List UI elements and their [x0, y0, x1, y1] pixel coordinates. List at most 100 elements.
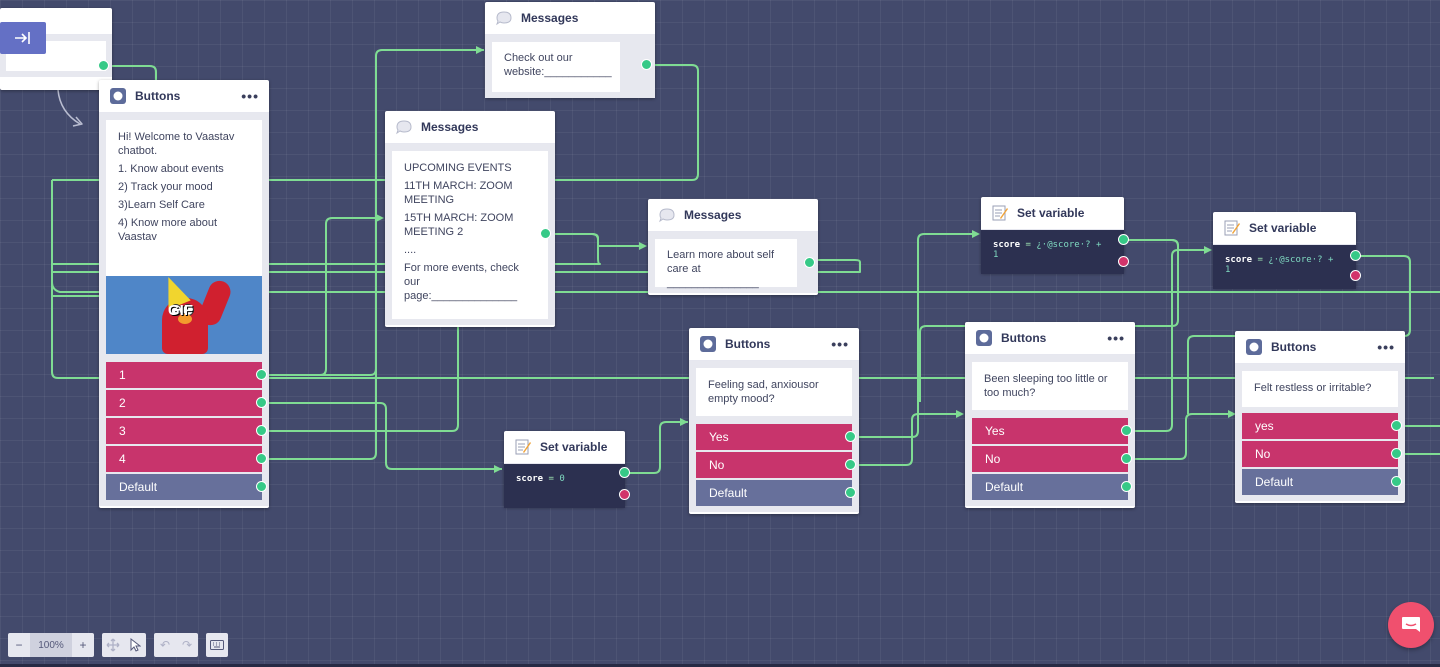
- start-node[interactable]: [0, 8, 112, 90]
- question-text: Been sleeping too little or too much?: [972, 362, 1128, 410]
- text-line: 15TH MARCH: ZOOM MEETING 2: [404, 212, 514, 238]
- output-port[interactable]: [256, 397, 267, 408]
- output-port[interactable]: [845, 431, 856, 442]
- more-options-icon[interactable]: •••: [241, 88, 259, 104]
- node-title: Buttons: [1271, 340, 1317, 354]
- output-port[interactable]: [641, 59, 652, 70]
- output-port[interactable]: [256, 481, 267, 492]
- chat-bubble-icon: [658, 206, 676, 224]
- keyboard-shortcuts-button[interactable]: [206, 633, 228, 657]
- option-button-4[interactable]: 4: [106, 446, 262, 472]
- set-variable-node-score-increment[interactable]: Set variable score = ¿·@score·? + 1: [981, 197, 1124, 274]
- set-variable-node-score-increment-2[interactable]: Set variable score = ¿·@score·? + 1: [1213, 212, 1356, 289]
- option-button-1[interactable]: 1: [106, 362, 262, 388]
- node-header[interactable]: Buttons •••: [99, 80, 269, 113]
- error-port[interactable]: [1118, 256, 1129, 267]
- node-header[interactable]: Buttons •••: [689, 328, 859, 361]
- output-port[interactable]: [1350, 250, 1361, 261]
- operator: =: [548, 474, 554, 484]
- chat-bubble-icon: [495, 9, 513, 27]
- move-arrows-icon: [106, 638, 120, 652]
- option-button-no[interactable]: No: [696, 452, 852, 478]
- zoom-out-button[interactable]: −: [8, 633, 30, 657]
- buttons-node-icon: [1245, 338, 1263, 356]
- output-port[interactable]: [540, 228, 551, 239]
- pointer-controls: [102, 633, 146, 657]
- node-header[interactable]: Buttons •••: [965, 322, 1135, 355]
- node-header[interactable]: Set variable: [504, 431, 625, 464]
- node-header[interactable]: Set variable: [981, 197, 1124, 230]
- messages-node-website[interactable]: Messages Check out our website:_________…: [485, 2, 655, 98]
- buttons-node-welcome[interactable]: Buttons ••• Hi! Welcome to Vaastav chatb…: [99, 80, 269, 508]
- message-text: UPCOMING EVENTS 11TH MARCH: ZOOM MEETING…: [392, 151, 548, 319]
- text-line: 1. Know about events: [118, 163, 224, 175]
- output-port[interactable]: [1118, 234, 1129, 245]
- output-port[interactable]: [1121, 453, 1132, 464]
- zoom-level: 100%: [30, 633, 72, 657]
- node-body: Felt restless or irritable? yes No Defau…: [1235, 364, 1405, 501]
- output-port[interactable]: [1391, 420, 1402, 431]
- question-text: Felt restless or irritable?: [1242, 371, 1398, 407]
- node-title: Messages: [421, 120, 479, 134]
- redo-button[interactable]: ↷: [176, 633, 198, 657]
- more-options-icon[interactable]: •••: [831, 336, 849, 352]
- start-output-port[interactable]: [98, 60, 109, 71]
- output-port[interactable]: [1391, 476, 1402, 487]
- output-port[interactable]: [256, 425, 267, 436]
- node-header[interactable]: Messages: [485, 2, 655, 35]
- buttons-node-restless[interactable]: Buttons ••• Felt restless or irritable? …: [1235, 331, 1405, 503]
- start-trigger-button[interactable]: [0, 22, 46, 54]
- option-button-default[interactable]: Default: [106, 474, 262, 500]
- node-header[interactable]: Buttons •••: [1235, 331, 1405, 364]
- output-port[interactable]: [845, 459, 856, 470]
- option-button-2[interactable]: 2: [106, 390, 262, 416]
- variable-name: score: [516, 474, 544, 484]
- error-port[interactable]: [1350, 270, 1361, 281]
- option-button-default[interactable]: Default: [1242, 469, 1398, 495]
- select-tool-button[interactable]: [124, 633, 146, 657]
- buttons-node-sleep[interactable]: Buttons ••• Been sleeping too little or …: [965, 322, 1135, 508]
- text-line: 2) Track your mood: [118, 181, 213, 193]
- variable-expression: score = ¿·@score·? + 1: [1213, 245, 1356, 289]
- chat-support-button[interactable]: [1388, 602, 1434, 648]
- pan-tool-button[interactable]: [102, 633, 124, 657]
- option-button-default[interactable]: Default: [696, 480, 852, 506]
- option-button-yes[interactable]: yes: [1242, 413, 1398, 439]
- output-port[interactable]: [256, 453, 267, 464]
- option-button-3[interactable]: 3: [106, 418, 262, 444]
- more-options-icon[interactable]: •••: [1377, 339, 1395, 355]
- node-header[interactable]: Messages: [648, 199, 818, 232]
- node-header[interactable]: Messages: [385, 111, 555, 144]
- output-port[interactable]: [619, 467, 630, 478]
- zoom-in-button[interactable]: +: [72, 633, 94, 657]
- more-options-icon[interactable]: •••: [1107, 330, 1125, 346]
- variable-value: 0: [559, 474, 565, 484]
- option-button-no[interactable]: No: [972, 446, 1128, 472]
- option-button-default[interactable]: Default: [972, 474, 1128, 500]
- keyboard-icon: [210, 640, 224, 650]
- zoom-controls: − 100% +: [8, 633, 94, 657]
- messages-node-events[interactable]: Messages UPCOMING EVENTS 11TH MARCH: ZOO…: [385, 111, 555, 327]
- node-title: Buttons: [135, 89, 181, 103]
- option-button-yes[interactable]: Yes: [696, 424, 852, 450]
- message-text: Hi! Welcome to Vaastav chatbot. 1. Know …: [106, 120, 262, 276]
- variable-expression: score = 0: [504, 464, 625, 508]
- option-button-no[interactable]: No: [1242, 441, 1398, 467]
- output-port[interactable]: [1121, 425, 1132, 436]
- output-port[interactable]: [845, 487, 856, 498]
- output-port[interactable]: [256, 369, 267, 380]
- output-port[interactable]: [1391, 448, 1402, 459]
- output-port[interactable]: [1121, 481, 1132, 492]
- gif-image: GIF: [106, 276, 262, 354]
- set-variable-node-score-reset[interactable]: Set variable score = 0: [504, 431, 625, 508]
- node-header[interactable]: Set variable: [1213, 212, 1356, 245]
- error-port[interactable]: [619, 489, 630, 500]
- messages-node-selfcare[interactable]: Messages Learn more about self care at _…: [648, 199, 818, 295]
- output-port[interactable]: [804, 257, 815, 268]
- undo-button[interactable]: ↶: [154, 633, 176, 657]
- node-title: Messages: [684, 208, 742, 222]
- canvas-toolbar: − 100% + ↶ ↷: [8, 633, 228, 657]
- node-title: Set variable: [1017, 206, 1085, 220]
- buttons-node-sad-mood[interactable]: Buttons ••• Feeling sad, anxiousor empty…: [689, 328, 859, 514]
- option-button-yes[interactable]: Yes: [972, 418, 1128, 444]
